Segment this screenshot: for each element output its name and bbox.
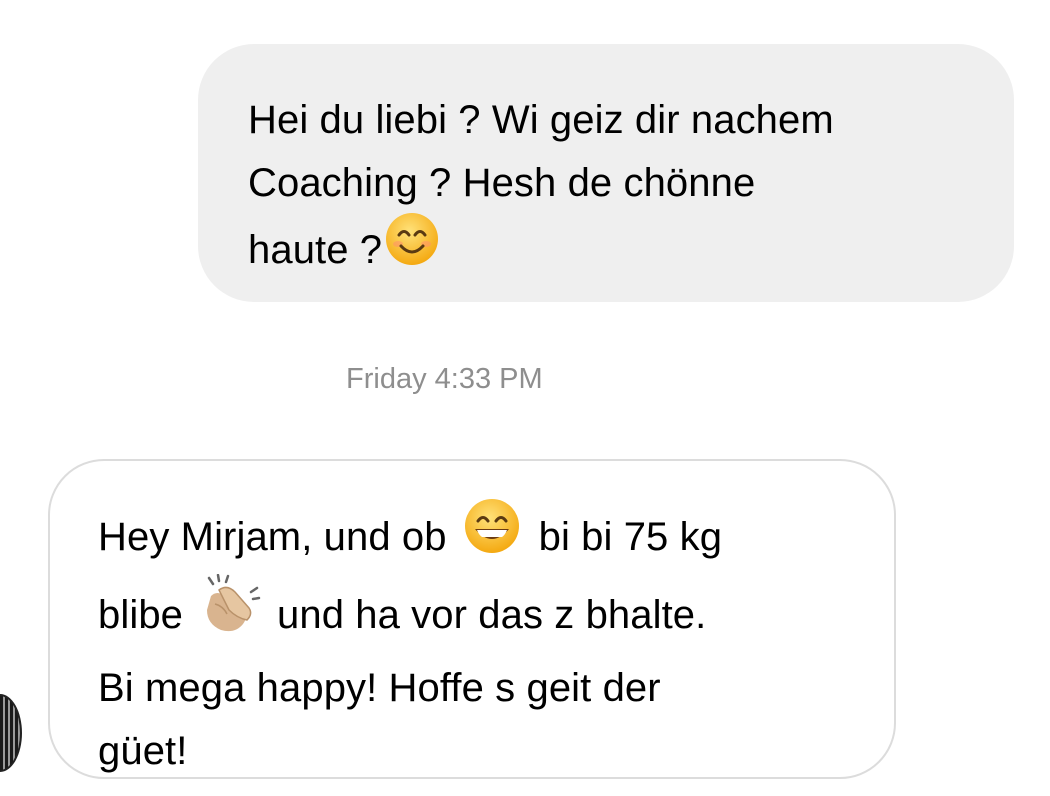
message-line: Hey Mirjam, und ob bi bi 75 kg (98, 499, 854, 578)
message-line: Bi mega happy! Hoffe s geit der (98, 666, 661, 710)
message-line: Hei du liebi ? Wi geiz dir nachem (248, 98, 834, 142)
grinning-face-emoji-icon (463, 497, 521, 574)
user-avatar[interactable] (0, 694, 22, 772)
chat-thread: Hei du liebi ? Wi geiz dir nachem Coachi… (0, 0, 1050, 796)
message-line: haute ? (248, 213, 974, 290)
message-text: bi bi 75 kg (538, 515, 723, 560)
message-line: güet! (98, 729, 188, 773)
message-text: Hey Mirjam, und ob (98, 515, 447, 560)
message-text: und ha vor das z bhalte. (277, 593, 707, 638)
smiling-face-emoji-icon (384, 211, 440, 286)
outgoing-message-bubble[interactable]: Hei du liebi ? Wi geiz dir nachem Coachi… (198, 44, 1014, 302)
message-line: blibe und ha vor das z bhalte. (98, 573, 854, 657)
message-line: Coaching ? Hesh de chönne (248, 161, 756, 205)
message-text: blibe (98, 593, 184, 638)
message-text: haute ? (248, 228, 383, 273)
incoming-message-bubble[interactable]: Hey Mirjam, und ob bi bi 75 kg blibe und… (48, 459, 896, 779)
message-timestamp: Friday 4:33 PM (346, 363, 543, 395)
clapping-hands-emoji-icon (201, 573, 261, 653)
